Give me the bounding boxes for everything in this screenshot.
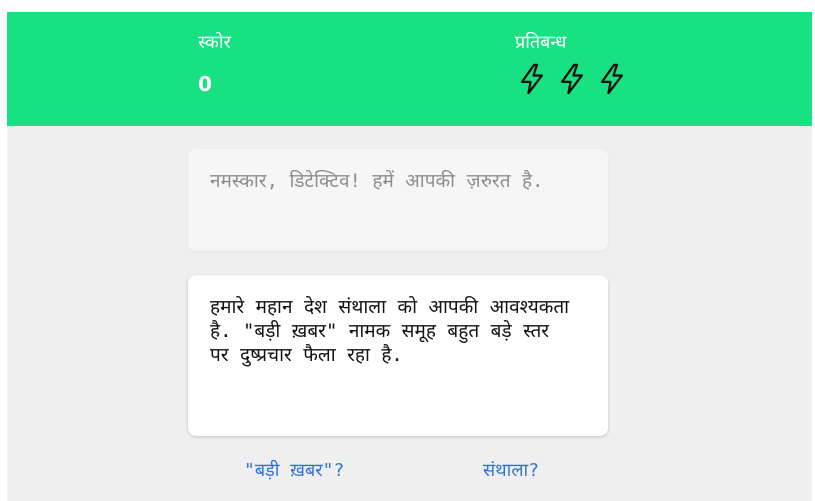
- lightning-bolt-icon: [520, 63, 544, 95]
- current-message-text: हमारे महान देश संथाला को आपकी आवश्यकता ह…: [210, 296, 570, 366]
- game-frame: स्कोर 0 प्रतिबन्ध नमस्कार, डिटेक्टिव! हम…: [7, 12, 812, 501]
- lives-label: प्रतिबन्ध: [515, 32, 567, 53]
- choice-link-badi-khabar[interactable]: "बड़ी ख़बर"?: [244, 458, 344, 484]
- lives-panel: प्रतिबन्ध: [515, 30, 629, 96]
- previous-message-text: नमस्कार, डिटेक्टिव! हमें आपकी ज़रुरत है.: [210, 170, 544, 192]
- score-label: स्कोर: [198, 32, 231, 53]
- lightning-bolt-icon: [600, 63, 624, 95]
- lightning-bolt-icon: [560, 63, 584, 95]
- score-header: स्कोर 0 प्रतिबन्ध: [7, 12, 812, 126]
- score-value: 0: [198, 72, 212, 96]
- score-panel: स्कोर 0: [198, 30, 231, 96]
- lives-icons: [515, 62, 629, 96]
- previous-message-card: नमस्कार, डिटेक्टिव! हमें आपकी ज़रुरत है.: [188, 149, 608, 251]
- choice-link-santhala[interactable]: संथाला?: [483, 458, 539, 484]
- choice-links: "बड़ी ख़बर"? संथाला?: [7, 458, 812, 488]
- current-message-card: हमारे महान देश संथाला को आपकी आवश्यकता ह…: [188, 275, 608, 436]
